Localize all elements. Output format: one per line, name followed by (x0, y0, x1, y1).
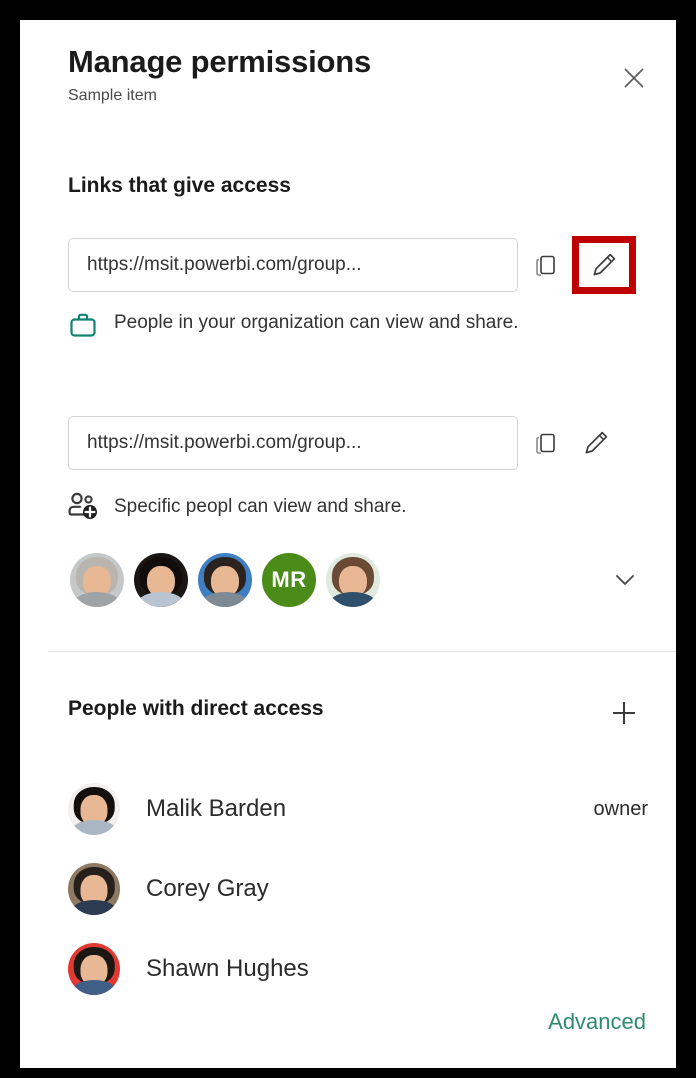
close-icon (624, 68, 644, 88)
link-url-field[interactable]: https://msit.powerbi.com/group... (68, 416, 518, 470)
link-description: People in your organization can view and… (68, 308, 596, 340)
person-role: owner (593, 797, 648, 820)
copy-link-button[interactable] (524, 243, 568, 287)
copy-icon (536, 255, 555, 276)
link-description-text: People in your organization can view and… (114, 312, 519, 333)
edit-link-button[interactable] (574, 421, 618, 465)
people-add-icon-wrap (68, 490, 114, 522)
copy-icon (536, 433, 555, 454)
briefcase-icon-wrap (68, 308, 114, 340)
person-name: Shawn Hughes (146, 955, 309, 982)
item-subtitle: Sample item (68, 87, 157, 104)
dialog-header: Manage permissions Sample item (68, 42, 648, 106)
person-row[interactable]: Corey Gray (68, 860, 648, 918)
person-name: Malik Barden (146, 795, 287, 822)
link-url-field[interactable]: https://msit.powerbi.com/group... (68, 238, 518, 292)
people-section-heading: People with direct access (68, 697, 324, 720)
section-divider (48, 651, 676, 652)
avatar (68, 943, 120, 995)
avatar-initials[interactable]: MR (260, 551, 318, 609)
avatar (68, 783, 120, 835)
avatar[interactable] (196, 551, 254, 609)
page-title: Manage permissions (68, 44, 372, 79)
pencil-icon (585, 431, 608, 454)
pencil-icon (593, 253, 616, 276)
advanced-link[interactable]: Advanced (548, 1008, 646, 1036)
link-row: https://msit.powerbi.com/group... (68, 416, 648, 470)
person-name: Corey Gray (146, 875, 269, 902)
person-row[interactable]: Malik Barden owner (68, 780, 648, 838)
close-button[interactable] (614, 58, 654, 98)
avatar[interactable] (324, 551, 382, 609)
links-section-heading: Links that give access (68, 174, 291, 197)
people-add-icon (68, 492, 97, 519)
avatar (68, 863, 120, 915)
person-row[interactable]: Shawn Hughes (68, 940, 648, 998)
link-row: https://msit.powerbi.com/group... (68, 236, 648, 294)
link-description: Specific peopl can view and share. (68, 490, 646, 522)
avatar[interactable] (132, 551, 190, 609)
copy-link-button[interactable] (524, 421, 568, 465)
chevron-down-icon (616, 575, 634, 585)
link-description-text: Specific peopl can view and share. (114, 495, 407, 517)
edit-link-button-highlighted[interactable] (572, 236, 636, 294)
shared-avatar-stack: MR (68, 550, 648, 610)
add-people-button[interactable] (602, 691, 646, 735)
manage-permissions-panel: Manage permissions Sample item Links tha… (20, 20, 676, 1068)
avatar[interactable] (68, 551, 126, 609)
expand-avatars-button[interactable] (602, 557, 648, 603)
plus-icon (613, 702, 635, 724)
briefcase-icon (70, 313, 96, 337)
